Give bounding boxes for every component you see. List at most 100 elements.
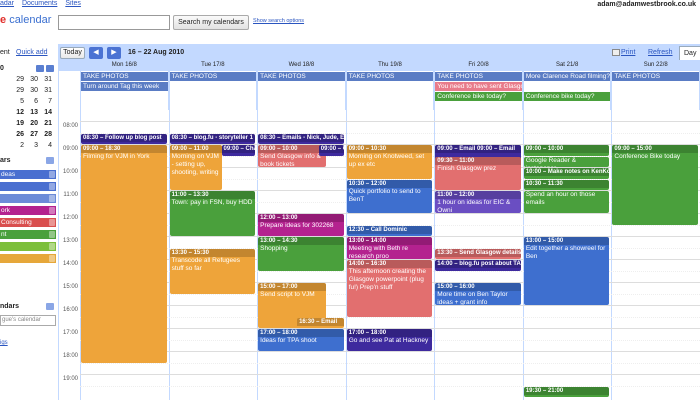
mini-day[interactable]: 30: [28, 76, 38, 83]
calendar-event[interactable]: 09:00 – 18:30 Filming for VJM in York: [81, 145, 167, 363]
calendar-event[interactable]: Google Reader & instapaper: [523, 156, 610, 167]
search-input[interactable]: [58, 15, 170, 30]
calendar-list-item[interactable]: ork: [0, 206, 56, 215]
mini-day[interactable]: 27: [28, 131, 38, 138]
mini-day[interactable]: 2: [14, 142, 24, 149]
user-email[interactable]: adam@adamwestbrook.co.uk: [597, 1, 696, 8]
calendar-event[interactable]: 09:00 – 10:00 Send Glasgow info & book ti…: [258, 145, 327, 167]
search-options-link[interactable]: Show search options: [253, 18, 304, 24]
mini-prev-icon[interactable]: [36, 65, 44, 72]
mini-day[interactable]: 30: [28, 87, 38, 94]
calendar-event[interactable]: 15:00 – 16:00 More time on Ben Taylor ide…: [435, 283, 521, 305]
all-day-event[interactable]: TAKE PHOTOS: [435, 72, 522, 81]
calendar-event[interactable]: 13:00 – 15:00 Edit together a showreel fo…: [523, 237, 610, 305]
calendar-menu-icon[interactable]: [49, 171, 55, 178]
all-day-event[interactable]: You need to have sent Glasgow: [435, 82, 522, 91]
calendar-menu-icon[interactable]: [49, 243, 55, 250]
day-header[interactable]: Thu 19/8: [346, 62, 435, 71]
calendar-event[interactable]: 12:00 – 13:00 Prepare ideas for 302268: [258, 214, 344, 236]
calendar-event[interactable]: 08:30 – Emails - Nick, Jude, Est: [258, 133, 344, 144]
mini-day[interactable]: 7: [42, 98, 52, 105]
calendar-event[interactable]: 09:00 – 10:30 Morning on Knotweed, set up…: [346, 145, 433, 179]
day-header[interactable]: Sun 22/8: [611, 62, 700, 71]
calendar-menu-icon[interactable]: [49, 195, 55, 202]
all-day-event[interactable]: TAKE PHOTOS: [612, 72, 699, 81]
print-icon[interactable]: [612, 49, 620, 56]
calendar-menu-icon[interactable]: [49, 183, 55, 190]
calendar-menu-icon[interactable]: [49, 219, 55, 226]
day-header[interactable]: Sat 21/8: [523, 62, 612, 71]
calendar-event[interactable]: 09:00 – 15:00 Conference Bike today: [612, 145, 698, 225]
refresh-link[interactable]: Refresh: [648, 49, 673, 56]
add-coworker-input[interactable]: gue's calendar: [0, 315, 56, 326]
other-calendars-heading[interactable]: ndars: [0, 303, 19, 310]
calendar-event[interactable]: 17:00 – 18:00 Go and see Pat at Hackney: [346, 329, 433, 351]
all-day-event[interactable]: TAKE PHOTOS: [346, 72, 434, 81]
all-day-event[interactable]: Conference bike today?: [435, 92, 522, 101]
calendar-list-item[interactable]: Consulting: [0, 218, 56, 227]
calendar-list-item[interactable]: [0, 194, 56, 203]
all-day-event[interactable]: TAKE PHOTOS: [258, 72, 345, 81]
mini-day[interactable]: 21: [42, 120, 52, 127]
mini-day[interactable]: 29: [14, 76, 24, 83]
mini-day[interactable]: 20: [28, 120, 38, 127]
other-calendars-menu-icon[interactable]: [46, 303, 54, 310]
calendar-event[interactable]: 19:30 – 21:00: [523, 386, 610, 397]
calendar-menu-icon[interactable]: [49, 255, 55, 262]
my-calendars-heading[interactable]: ars: [0, 157, 11, 164]
calendar-event[interactable]: 12:30 – Call Dominic: [346, 225, 433, 236]
mini-day[interactable]: 31: [42, 87, 52, 94]
calendar-list-item[interactable]: deas: [0, 170, 56, 179]
mini-day[interactable]: 6: [28, 98, 38, 105]
calendar-event[interactable]: 16:30 – Email: [297, 317, 344, 328]
all-day-event[interactable]: Turn around Tag this week: [81, 82, 168, 91]
mini-day[interactable]: 28: [42, 131, 52, 138]
calendar-event[interactable]: 08:30 – Follow up blog post: [81, 133, 167, 144]
mini-day[interactable]: 3: [28, 142, 38, 149]
calendar-event[interactable]: 10:30 – 12:00 Quick portfolio to send to …: [346, 179, 433, 213]
calendar-list-item[interactable]: [0, 182, 56, 191]
calendar-event[interactable]: 17:00 – 18:00 Ideas for TPA shoot: [258, 329, 344, 351]
calendar-logo[interactable]: e calendar: [0, 14, 60, 26]
my-calendars-menu-icon[interactable]: [46, 157, 54, 164]
mini-day[interactable]: 19: [14, 120, 24, 127]
tab-day[interactable]: Day: [679, 46, 700, 60]
mini-next-icon[interactable]: [46, 65, 54, 72]
calendar-event[interactable]: 13:30 – Send Glasgow details to Paul: [435, 248, 521, 259]
today-button[interactable]: Today: [60, 47, 85, 59]
all-day-event[interactable]: More Clarence Road filming?: [523, 72, 611, 81]
calendar-event[interactable]: Spend an hour on those emails: [523, 191, 610, 213]
quick-add-link[interactable]: Quick add: [16, 49, 48, 56]
all-day-event[interactable]: Conference bike today?: [523, 92, 611, 101]
nav-link-documents[interactable]: Documents: [22, 0, 57, 7]
prev-week-button[interactable]: ◀: [89, 47, 103, 59]
calendar-event[interactable]: 10:00 – Make notes on KenKob: [523, 168, 610, 179]
calendar-event[interactable]: 14:00 – 16:30 This afternoon creating the…: [346, 260, 433, 317]
day-header[interactable]: Fri 20/8: [434, 62, 523, 71]
nav-link-calendar[interactable]: adar: [0, 0, 14, 7]
calendar-event[interactable]: 13:30 – 15:30 Transcode all Refugees stuf…: [169, 248, 256, 294]
mini-day[interactable]: 31: [42, 76, 52, 83]
search-button[interactable]: Search my calendars: [173, 15, 249, 30]
calendar-event[interactable]: 09:00 – Chase D: [318, 145, 344, 156]
calendar-event[interactable]: 13:00 – 14:00 Meeting with Beth re resear…: [346, 237, 433, 259]
all-day-event[interactable]: TAKE PHOTOS: [169, 72, 257, 81]
calendar-event[interactable]: 11:00 – 12:00 1 hour on ideas for EIC & O…: [435, 191, 521, 213]
print-link[interactable]: Print: [621, 49, 635, 56]
mini-day[interactable]: 26: [14, 131, 24, 138]
mini-day[interactable]: 13: [28, 109, 38, 116]
mini-day[interactable]: 12: [14, 109, 24, 116]
day-header[interactable]: Wed 18/8: [257, 62, 346, 71]
settings-link[interactable]: igs: [0, 340, 8, 346]
mini-day[interactable]: 5: [14, 98, 24, 105]
create-event-button-fragment[interactable]: ent: [0, 49, 10, 56]
calendar-list-item[interactable]: [0, 254, 56, 263]
calendar-event[interactable]: 09:00 – Chase E: [221, 145, 256, 156]
calendar-event[interactable]: 11:00 – 13:30 Town: pay in FSN, buy HDD: [169, 191, 256, 236]
mini-day[interactable]: 14: [42, 109, 52, 116]
next-week-button[interactable]: ▶: [107, 47, 121, 59]
calendar-menu-icon[interactable]: [49, 207, 55, 214]
calendar-event[interactable]: 09:00 – 10:00: [523, 145, 610, 156]
calendar-event[interactable]: 09:30 – 11:00 Finish Glasgow prez: [435, 156, 521, 190]
mini-day[interactable]: 4: [42, 142, 52, 149]
